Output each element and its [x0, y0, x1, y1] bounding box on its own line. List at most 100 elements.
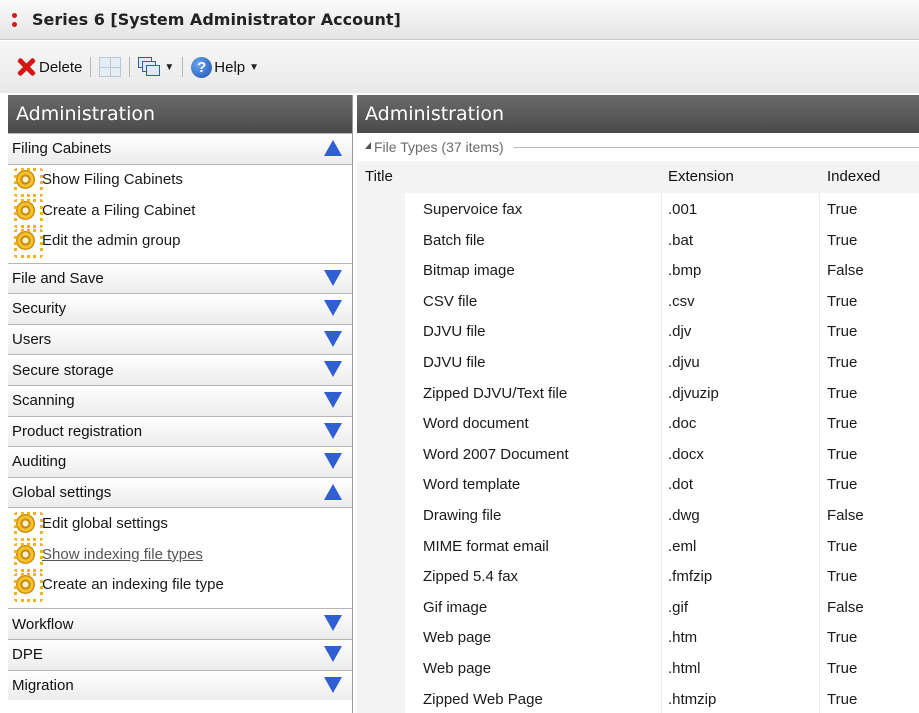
cell-title: Batch file — [423, 231, 485, 249]
collapse-chevron-icon[interactable] — [324, 483, 342, 500]
delete-icon — [15, 56, 37, 78]
table-row[interactable]: Zipped 5.4 fax .fmfzip True — [357, 562, 919, 593]
cell-indexed: True — [827, 690, 858, 708]
table-row[interactable]: Word document .doc True — [357, 409, 919, 440]
cell-title: Word document — [423, 415, 529, 433]
cell-extension: .bat — [668, 231, 694, 249]
table-row[interactable]: Gif image .gif False — [357, 593, 919, 624]
cell-extension: .htmzip — [668, 690, 717, 708]
expand-chevron-icon[interactable] — [324, 645, 342, 662]
cell-title: Word 2007 Document — [423, 445, 569, 463]
cell-indexed: True — [827, 353, 858, 371]
table-row[interactable]: Web page .htm True — [357, 623, 919, 654]
expand-chevron-icon[interactable] — [324, 422, 342, 439]
cascade-windows-icon — [138, 57, 161, 77]
cell-title: Bitmap image — [423, 262, 515, 280]
title-bar: Series 6 [System Administrator Account] — [0, 0, 919, 40]
help-button[interactable]: ? Help ▼ — [191, 56, 260, 78]
gear-icon — [14, 542, 43, 572]
collapse-group-icon[interactable] — [365, 141, 371, 149]
cell-indexed: False — [827, 598, 864, 616]
table-row[interactable]: Batch file .bat True — [357, 226, 919, 257]
task-link[interactable]: Edit the admin group — [8, 226, 352, 259]
table-row[interactable]: Word template .dot True — [357, 470, 919, 501]
table-row[interactable]: Bitmap image .bmp False — [357, 256, 919, 287]
table-row[interactable]: CSV file .csv True — [357, 287, 919, 318]
table-row[interactable]: Zipped DJVU/Text file .djvuzip True — [357, 379, 919, 410]
column-header-title[interactable]: Title — [365, 168, 393, 185]
section-header-security[interactable]: Security — [8, 293, 352, 324]
table-row[interactable]: DJVU file .djvu True — [357, 348, 919, 379]
cell-indexed: True — [827, 323, 858, 341]
table-row[interactable]: Zipped Web Page .htmzip True — [357, 685, 919, 713]
chevron-down-icon: ▼ — [249, 61, 260, 73]
task-label: Edit the admin group — [42, 232, 181, 250]
task-link[interactable]: Show indexing file types — [8, 539, 352, 572]
task-link[interactable]: Show Filing Cabinets — [8, 165, 352, 198]
expand-chevron-icon[interactable] — [324, 676, 342, 693]
section-header-workflow[interactable]: Workflow — [8, 608, 352, 639]
column-header-extension[interactable]: Extension — [668, 168, 734, 185]
column-header-indexed[interactable]: Indexed — [827, 168, 880, 185]
table-row[interactable]: MIME format email .eml True — [357, 532, 919, 563]
expand-chevron-icon[interactable] — [324, 453, 342, 470]
cell-extension: .001 — [668, 201, 698, 218]
section-header-users[interactable]: Users — [8, 323, 352, 355]
section-label: Secure storage — [12, 361, 114, 379]
group-label: File Types (37 items) — [374, 139, 504, 155]
cell-indexed: False — [827, 506, 864, 524]
delete-button[interactable]: Delete — [15, 56, 82, 78]
windows-menu-button[interactable]: ▼ — [138, 57, 174, 77]
section-header-product-registration[interactable]: Product registration — [8, 415, 352, 447]
gear-icon — [14, 168, 43, 198]
cell-extension: .djv — [668, 323, 692, 341]
section-tasks: Show Filing Cabinets Create a Filing Cabi… — [8, 163, 352, 263]
expand-chevron-icon[interactable] — [324, 391, 342, 408]
expand-chevron-icon[interactable] — [324, 361, 342, 378]
cell-indexed: True — [827, 629, 858, 647]
section-label: Filing Cabinets — [12, 140, 112, 158]
chevron-down-icon: ▼ — [164, 61, 175, 73]
task-label: Create a Filing Cabinet — [42, 201, 196, 219]
cell-indexed: True — [827, 384, 858, 402]
task-link[interactable]: Create an indexing file type — [8, 569, 352, 603]
section-header-scanning[interactable]: Scanning — [8, 384, 352, 416]
section-header-filing-cabinets[interactable]: Filing Cabinets — [8, 133, 352, 164]
table-row[interactable]: Supervoice fax .001 True — [357, 195, 919, 226]
group-divider — [513, 146, 919, 148]
task-label: Show indexing file types — [42, 545, 203, 563]
gear-icon — [14, 198, 43, 228]
task-pane-title: Administration — [8, 95, 352, 133]
expand-chevron-icon[interactable] — [324, 330, 342, 347]
cell-extension: .gif — [668, 598, 689, 616]
section-header-global-settings[interactable]: Global settings — [8, 476, 352, 508]
section-header-migration[interactable]: Migration — [8, 669, 352, 701]
cell-title: Drawing file — [423, 506, 502, 524]
cell-indexed: True — [827, 415, 858, 433]
section-header-file-and-save[interactable]: File and Save — [8, 262, 352, 294]
section-header-secure-storage[interactable]: Secure storage — [8, 354, 352, 385]
cell-extension: .html — [668, 659, 701, 677]
gear-icon — [14, 229, 43, 259]
task-link[interactable]: Create a Filing Cabinet — [8, 195, 352, 228]
group-header[interactable]: File Types (37 items) — [357, 133, 919, 161]
section-header-dpe[interactable]: DPE — [8, 638, 352, 670]
grid-view-button[interactable] — [99, 57, 122, 77]
table-row[interactable]: Word 2007 Document .docx True — [357, 440, 919, 471]
table-row[interactable]: DJVU file .djv True — [357, 317, 919, 348]
table-row[interactable]: Web page .html True — [357, 654, 919, 685]
collapse-chevron-icon[interactable] — [324, 140, 342, 156]
table-row[interactable]: Drawing file .dwg False — [357, 501, 919, 532]
section-header-auditing[interactable]: Auditing — [8, 446, 352, 477]
expand-chevron-icon[interactable] — [324, 615, 342, 632]
toolbar-separator — [182, 57, 184, 77]
task-link[interactable]: Edit global settings — [8, 508, 352, 542]
cell-extension: .htm — [668, 629, 698, 647]
gear-icon — [14, 512, 43, 542]
app-menu-icon[interactable] — [9, 12, 19, 27]
expand-chevron-icon[interactable] — [324, 300, 342, 317]
expand-chevron-icon[interactable] — [324, 269, 342, 286]
cell-title: Zipped DJVU/Text file — [423, 384, 568, 402]
cell-extension: .djvu — [668, 353, 700, 371]
section-label: Global settings — [12, 484, 112, 502]
